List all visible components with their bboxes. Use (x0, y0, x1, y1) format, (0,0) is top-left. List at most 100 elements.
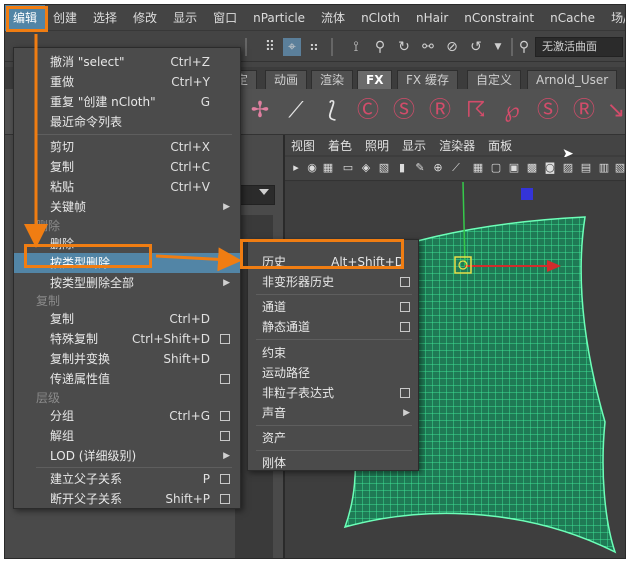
tab-rendering[interactable]: 渲染 (311, 70, 354, 89)
magnet-icon[interactable]: ⟟ (347, 38, 365, 56)
menu-item-lod[interactable]: LOD (详细级别) ▶ (14, 446, 240, 466)
menu-ncloth[interactable]: nCloth (353, 5, 408, 31)
hair-solver-icon[interactable]: Ⓢ (533, 95, 563, 127)
menu-nconstraint[interactable]: nConstraint (456, 5, 542, 31)
menu-item-group[interactable]: 分组 Ctrl+G (14, 406, 240, 426)
smooth-shade-icon[interactable]: ▣ (507, 161, 521, 175)
menu-item-duplicate[interactable]: 复制 Ctrl+D (14, 309, 240, 329)
tab-custom[interactable]: 自定义 (467, 70, 522, 89)
submenu-item-assets[interactable]: 资产 (248, 428, 418, 448)
create-passive-icon[interactable]: Ⓢ (389, 95, 419, 127)
menu-select[interactable]: 选择 (85, 5, 125, 31)
menu-create[interactable]: 创建 (45, 5, 85, 31)
menu-item-repeat[interactable]: 重复 "创建 nCloth" G (14, 92, 240, 112)
submenu-item-channels[interactable]: 通道 (248, 297, 418, 317)
menu-window[interactable]: 窗口 (205, 5, 245, 31)
tab-animation[interactable]: 动画 (265, 70, 308, 89)
option-box-icon[interactable] (220, 411, 230, 421)
submenu-item-rigid-bodies[interactable]: 刚体 (248, 453, 418, 473)
hair-rest-icon[interactable]: Ⓡ (569, 95, 599, 127)
live-surface-icon[interactable]: ⚲ (515, 38, 533, 56)
snap-curve-icon[interactable]: ⌖ (283, 38, 301, 56)
tab-fx[interactable]: FX (357, 70, 393, 89)
xray-icon[interactable]: ▧ (613, 161, 625, 175)
snap-view-icon[interactable]: ⚲ (371, 38, 389, 56)
create-ncloth-icon[interactable]: Ⓒ (353, 95, 383, 127)
menu-item-copy[interactable]: 复制 Ctrl+C (14, 157, 240, 177)
option-box-icon[interactable] (400, 302, 410, 312)
live-surface-dropdown[interactable]: 无激活曲面 (535, 37, 623, 57)
hair-curve-icon[interactable]: ℘ (497, 95, 527, 127)
camera-attributes-icon[interactable]: ◉ (305, 161, 319, 175)
menu-item-duplicate-special[interactable]: 特殊复制 Ctrl+Shift+D (14, 329, 240, 349)
menu-ncache[interactable]: nCache (542, 5, 603, 31)
rotate-snap-icon[interactable]: ↺ (467, 38, 485, 56)
option-box-icon[interactable] (220, 334, 230, 344)
menu-nparticle[interactable]: nParticle (245, 5, 313, 31)
menu-item-undo[interactable]: 撤消 "select" Ctrl+Z (14, 52, 240, 72)
snap-live-icon[interactable]: ↻ (395, 38, 413, 56)
option-box-icon[interactable] (220, 431, 230, 441)
snap-align-icon[interactable]: ⊘ (443, 38, 461, 56)
menu-item-delete-all-by-type[interactable]: 按类型删除全部 ▶ (14, 273, 240, 293)
menu-fields-solvers[interactable]: 场/解算 (603, 5, 625, 31)
menu-fluids[interactable]: 流体 (313, 5, 353, 31)
menu-item-paste[interactable]: 粘贴 Ctrl+V (14, 177, 240, 197)
option-box-icon[interactable] (220, 374, 230, 384)
lights-icon[interactable]: ▨ (561, 161, 575, 175)
camera-icon[interactable]: ▭ (341, 161, 355, 175)
menu-display[interactable]: 显示 (165, 5, 205, 31)
nhair-icon[interactable]: ☈ (461, 95, 491, 127)
select-camera-icon[interactable]: ▸ (289, 161, 303, 175)
vp-menu-lighting[interactable]: 照明 (365, 137, 389, 154)
menu-item-transfer-attribute-values[interactable]: 传递属性值 (14, 369, 240, 389)
nparticle-icon[interactable]: ⟅ (317, 95, 347, 127)
vp-menu-renderer[interactable]: 渲染器 (439, 137, 475, 154)
bookmark-icon[interactable]: ▦ (321, 161, 335, 175)
image-plane-icon[interactable]: ▧ (377, 161, 391, 175)
option-box-icon[interactable] (400, 322, 410, 332)
option-box-icon[interactable] (400, 277, 410, 287)
shadows-icon[interactable]: ▤ (579, 161, 593, 175)
menu-modify[interactable]: 修改 (125, 5, 165, 31)
menu-item-recent-commands[interactable]: 最近命令列表 (14, 112, 240, 132)
snap-point-icon[interactable]: ⠶ (305, 38, 323, 56)
resolution-gate-icon[interactable]: ⊕ (431, 161, 445, 175)
submenu-item-non-deformer-history[interactable]: 非变形器历史 (248, 272, 418, 292)
textured-icon[interactable]: ◙ (543, 161, 557, 175)
view-cube-icon[interactable] (521, 188, 533, 200)
submenu-item-static-channels[interactable]: 静态通道 (248, 317, 418, 337)
menu-item-unparent[interactable]: 断开父子关系 Shift+P (14, 489, 240, 509)
menu-item-ungroup[interactable]: 解组 (14, 426, 240, 446)
submenu-item-motion-paths[interactable]: 运动路径 (248, 363, 418, 383)
tab-arnold-user[interactable]: Arnold_User (527, 70, 618, 89)
option-box-icon[interactable] (400, 388, 410, 398)
ncloth-create-icon[interactable]: ⟋ (281, 95, 311, 127)
menu-item-cut[interactable]: 剪切 Ctrl+X (14, 137, 240, 157)
menu-item-duplicate-with-transform[interactable]: 复制并变换 Shift+D (14, 349, 240, 369)
film-gate-icon[interactable]: ▮ (395, 161, 409, 175)
menu-item-parent[interactable]: 建立父子关系 P (14, 469, 240, 489)
vp-menu-view[interactable]: 视图 (291, 137, 315, 154)
vp-menu-show[interactable]: 显示 (402, 137, 426, 154)
submenu-item-constraints[interactable]: 约束 (248, 343, 418, 363)
hair-paint-icon[interactable]: ↘ (601, 95, 625, 127)
vp-menu-panels[interactable]: 面板 (488, 137, 512, 154)
tab-fx-cache[interactable]: FX 缓存 (397, 70, 458, 89)
rigid-icon[interactable]: Ⓡ (425, 95, 455, 127)
vp-menu-shading[interactable]: 着色 (328, 137, 352, 154)
wireframe-on-shaded-icon[interactable]: ▩ (525, 161, 539, 175)
grid-icon[interactable]: ▦ (471, 161, 485, 175)
emitter-icon[interactable]: ✢ (245, 95, 275, 127)
lock-camera-icon[interactable]: ◈ (359, 161, 373, 175)
wireframe-icon[interactable]: ▢ (489, 161, 503, 175)
chevron-down-icon[interactable]: ▼ (489, 38, 507, 56)
snap-grid-icon[interactable]: ⠿ (261, 38, 279, 56)
option-box-icon[interactable] (220, 474, 230, 484)
submenu-item-non-particle-expressions[interactable]: 非粒子表达式 (248, 383, 418, 403)
menu-item-keys[interactable]: 关键帧 ▶ (14, 197, 240, 217)
isolate-icon[interactable]: ▥ (597, 161, 611, 175)
grease-pencil-icon[interactable]: ✎ (413, 161, 427, 175)
menu-nhair[interactable]: nHair (408, 5, 456, 31)
snap-together-icon[interactable]: ⚯ (419, 38, 437, 56)
